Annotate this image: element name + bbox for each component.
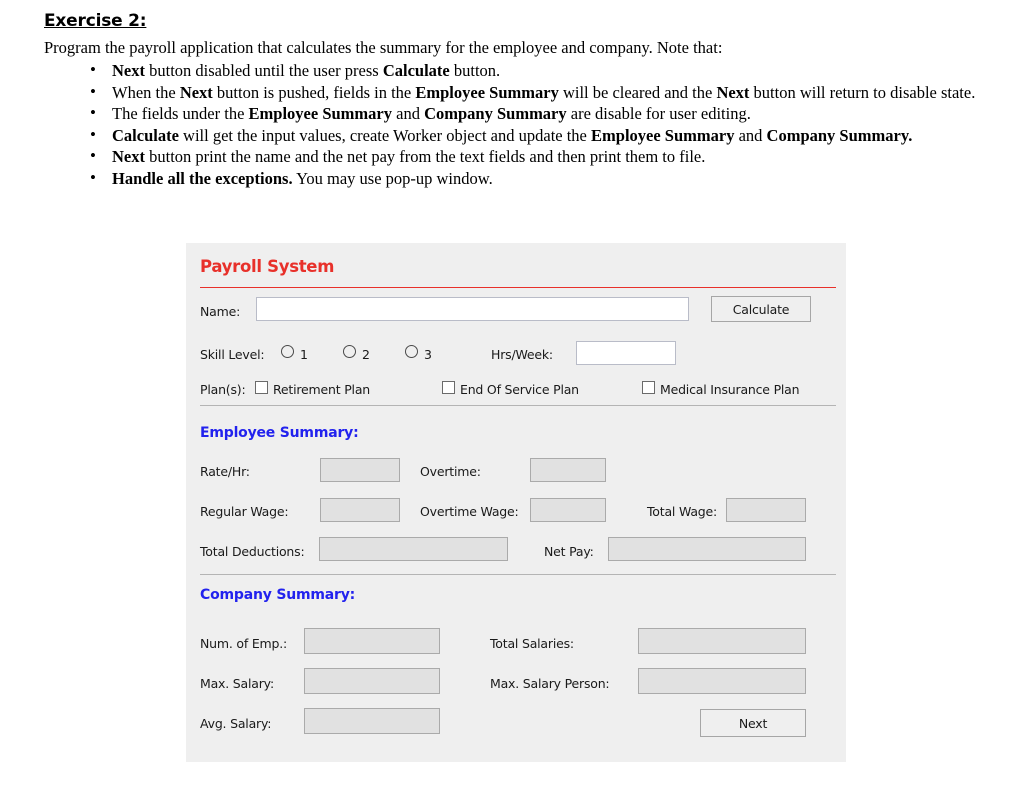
radio-skill-2-label: 2 [362,347,370,362]
requirements-list: Next button disabled until the user pres… [78,59,1024,190]
total-deductions-label: Total Deductions: [200,544,305,559]
checkbox-end-of-service-plan-label: End Of Service Plan [460,382,579,397]
checkbox-retirement-plan-label: Retirement Plan [273,382,371,397]
next-button[interactable]: Next [700,709,806,737]
checkbox-medical-insurance-plan[interactable] [642,381,655,394]
rate-hr-label: Rate/Hr: [200,464,250,479]
max-salary-field [304,668,440,694]
exercise-intro: Program the payroll application that cal… [44,38,723,57]
hrs-week-input[interactable] [576,341,676,365]
page-title: Exercise 2: [44,11,147,31]
list-item: Next button disabled until the user pres… [90,59,1024,82]
net-pay-field [608,537,806,561]
total-salaries-field [638,628,806,654]
skill-level-label: Skill Level: [200,347,265,362]
list-item: Next button print the name and the net p… [90,145,1024,168]
calculate-button[interactable]: Calculate [711,296,811,322]
radio-skill-2[interactable] [343,345,356,358]
name-input[interactable] [256,297,689,321]
radio-skill-3-label: 3 [424,347,432,362]
plans-label: Plan(s): [200,382,246,397]
avg-salary-field [304,708,440,734]
total-salaries-label: Total Salaries: [490,636,574,651]
overtime-wage-field [530,498,606,522]
payroll-system-panel: Payroll System Name: Calculate Skill Lev… [186,243,846,762]
overtime-label: Overtime: [420,464,481,479]
overtime-wage-label: Overtime Wage: [420,504,519,519]
max-salary-person-label: Max. Salary Person: [490,676,610,691]
regular-wage-field [320,498,400,522]
checkbox-end-of-service-plan[interactable] [442,381,455,394]
radio-skill-3[interactable] [405,345,418,358]
overtime-field [530,458,606,482]
net-pay-label: Net Pay: [544,544,594,559]
section-divider-2 [200,574,836,575]
max-salary-label: Max. Salary: [200,676,274,691]
total-wage-field [726,498,806,522]
section-divider-1 [200,405,836,406]
max-salary-person-field [638,668,806,694]
list-item: The fields under the Employee Summary an… [90,102,1024,125]
employee-summary-heading: Employee Summary: [200,425,359,441]
total-deductions-field [319,537,508,561]
checkbox-medical-insurance-plan-label: Medical Insurance Plan [660,382,800,397]
list-item: Handle all the exceptions. You may use p… [90,167,1024,190]
title-divider [200,287,836,288]
total-wage-label: Total Wage: [647,504,718,519]
num-of-emp-label: Num. of Emp.: [200,636,288,651]
list-item: Calculate will get the input values, cre… [90,124,1024,147]
app-title: Payroll System [200,257,335,276]
radio-skill-1[interactable] [281,345,294,358]
radio-skill-1-label: 1 [300,347,308,362]
rate-hr-field [320,458,400,482]
name-label: Name: [200,304,241,319]
checkbox-retirement-plan[interactable] [255,381,268,394]
company-summary-heading: Company Summary: [200,587,356,603]
avg-salary-label: Avg. Salary: [200,716,272,731]
list-item: When the Next button is pushed, fields i… [90,81,1024,104]
num-of-emp-field [304,628,440,654]
hrs-week-label: Hrs/Week: [491,347,553,362]
regular-wage-label: Regular Wage: [200,504,289,519]
